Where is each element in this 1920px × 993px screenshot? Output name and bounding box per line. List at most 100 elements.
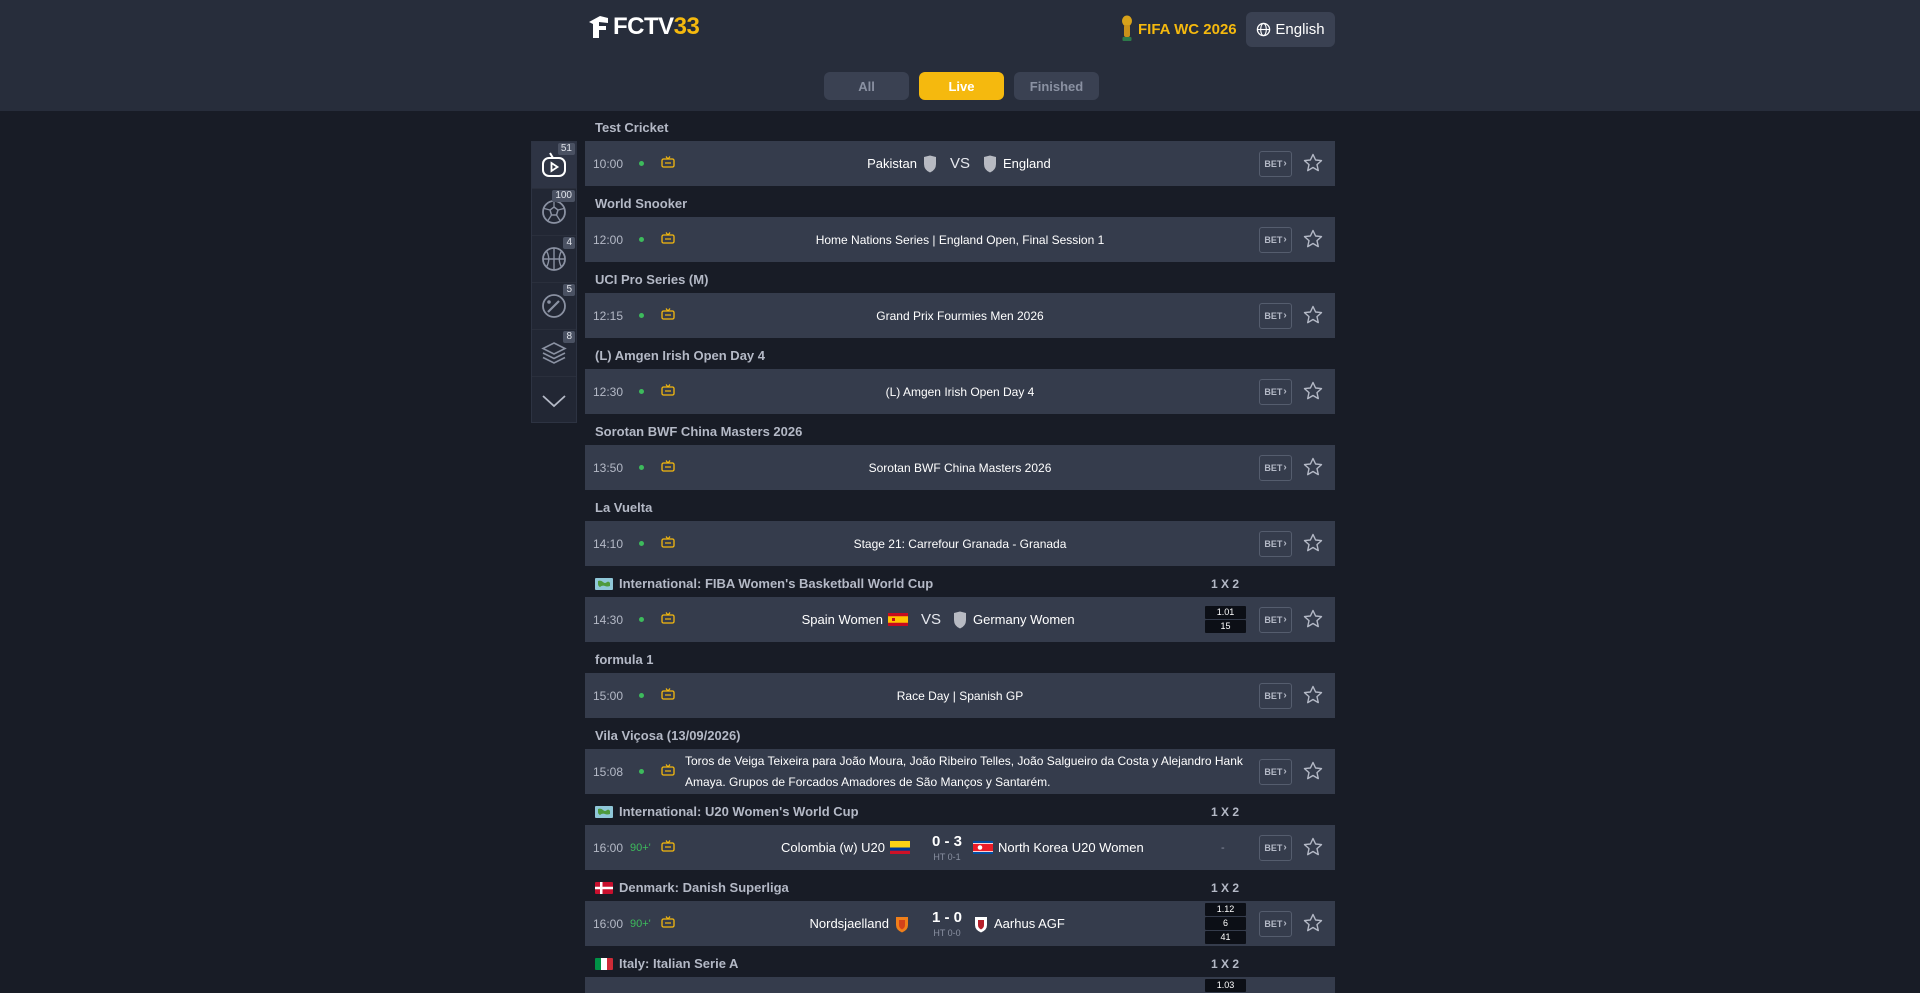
favorite-star-icon[interactable] [1303,381,1323,401]
world-cup-label: FIFA WC 2026 [1138,20,1237,38]
bet-button[interactable]: BET [1259,150,1292,177]
odds-box[interactable]: 1.03 [1205,979,1246,992]
favorite-star-icon[interactable] [1303,913,1323,933]
match-row[interactable]: 10:00 Pakistan VS England BET [585,141,1335,186]
league-header: La Vuelta [585,494,1335,521]
live-dot-icon [639,389,644,394]
match-list: Test Cricket 10:00 Pakistan VS England B… [585,114,1335,993]
tab-all[interactable]: All [824,72,909,100]
match-time: 12:15 [593,308,624,323]
odds-home[interactable]: 1.12 [1205,903,1246,916]
bet-button[interactable]: BET [1259,378,1292,405]
spain-flag-icon [888,613,908,626]
event-title: Grand Prix Fourmies Men 2026 [876,308,1044,323]
favorite-star-icon[interactable] [1303,837,1323,857]
match-row[interactable]: 1.03 [585,977,1335,993]
odds-box[interactable]: 1.01 15 [1205,606,1246,633]
match-row[interactable]: 16:00 90+ Colombia (w) U20 0 - 3 HT 0-1 … [585,825,1335,870]
tv-stream-icon[interactable] [661,688,675,700]
favorite-star-icon[interactable] [1303,609,1323,629]
chevron-down-icon [542,394,566,407]
home-team: Nordsjaelland [810,915,916,933]
away-team-name: North Korea U20 Women [998,840,1144,855]
trophy-icon [1122,15,1132,41]
tv-stream-icon[interactable] [661,916,675,928]
event-title: Race Day | Spanish GP [896,688,1024,703]
bet-button[interactable]: BET [1259,834,1292,861]
bet-button[interactable]: BET [1259,530,1292,557]
site-logo[interactable]: FCTV 33 [586,12,700,42]
match-time: 10:00 [593,156,624,171]
sidebar-item-basketball[interactable]: 4 [532,236,576,283]
bet-button[interactable]: BET [1259,682,1292,709]
odds-home[interactable]: 1.01 [1205,606,1246,619]
match-row[interactable]: 12:15 Grand Prix Fourmies Men 2026 BET [585,293,1335,338]
favorite-star-icon[interactable] [1303,761,1323,781]
sidebar-count: 51 [557,143,575,155]
favorite-star-icon[interactable] [1303,153,1323,173]
sidebar-item-baseball[interactable]: 5 [532,283,576,330]
sport-sidebar: 51 100 4 5 8 [531,141,577,423]
odds-home[interactable]: 1.03 [1205,979,1246,992]
away-team: Aarhus AGF [968,915,1065,933]
favorite-star-icon[interactable] [1303,533,1323,553]
match-time: 14:30 [593,612,624,627]
favorite-star-icon[interactable] [1303,685,1323,705]
match-minute: 90+ [630,918,651,930]
top-header: FCTV 33 FIFA WC 2026 English All Live Fin… [0,0,1920,111]
odds-away[interactable]: 41 [1205,931,1246,944]
language-label: English [1275,21,1325,38]
world-cup-link[interactable]: FIFA WC 2026 [1121,14,1237,44]
logo-icon [589,16,608,38]
league-name: Italy: Italian Serie A [619,956,739,971]
match-row[interactable]: 15:00 Race Day | Spanish GP BET [585,673,1335,718]
sidebar-expand[interactable] [532,377,576,424]
match-row[interactable]: 13:50 Sorotan BWF China Masters 2026 BET [585,445,1335,490]
bet-button[interactable]: BET [1259,758,1292,785]
tv-stream-icon[interactable] [661,460,675,472]
tv-stream-icon[interactable] [661,232,675,244]
away-team-name: England [1003,156,1051,171]
baseball-icon [542,294,566,318]
match-row[interactable]: 15:08 Toros de Veiga Teixeira para João … [585,749,1335,794]
bet-button[interactable]: BET [1259,302,1292,329]
away-team-name: Aarhus AGF [994,916,1065,931]
tv-stream-icon[interactable] [661,308,675,320]
league-header: formula 1 [585,646,1335,673]
favorite-star-icon[interactable] [1303,229,1323,249]
match-row[interactable]: 14:10 Stage 21: Carrefour Granada - Gran… [585,521,1335,566]
favorite-star-icon[interactable] [1303,305,1323,325]
favorite-star-icon[interactable] [1303,457,1323,477]
match-row[interactable]: 12:30 (L) Amgen Irish Open Day 4 BET [585,369,1335,414]
bet-button[interactable]: BET [1259,606,1292,633]
tab-live[interactable]: Live [919,72,1004,100]
league-name: Denmark: Danish Superliga [619,880,789,895]
odds-box[interactable]: 1.12 6 41 [1205,903,1246,944]
away-team-name: Germany Women [973,612,1075,627]
bet-button[interactable]: BET [1259,454,1292,481]
tv-stream-icon[interactable] [661,536,675,548]
live-dot-icon [639,237,644,242]
soccer-ball-icon [542,200,566,224]
bet-button[interactable]: BET [1259,226,1292,253]
tv-stream-icon[interactable] [661,612,675,624]
match-row[interactable]: 12:00 Home Nations Series | England Open… [585,217,1335,262]
match-time: 12:00 [593,232,624,247]
odds-away[interactable]: 15 [1205,620,1246,633]
match-row[interactable]: 16:00 90+ Nordsjaelland 1 - 0 HT 0-0 Aar… [585,901,1335,946]
match-row[interactable]: 14:30 Spain Women VS Germany Women 1.01 … [585,597,1335,642]
status-tabs: All Live Finished [824,72,1099,100]
sidebar-item-live[interactable]: 51 [532,142,576,189]
language-selector[interactable]: English [1246,12,1335,47]
tv-stream-icon[interactable] [661,384,675,396]
home-team-name: Spain Women [801,612,883,627]
bet-button[interactable]: BET [1259,910,1292,937]
tv-stream-icon[interactable] [661,764,675,776]
world-flag-icon [595,805,613,818]
sidebar-item-others[interactable]: 8 [532,330,576,377]
odds-draw[interactable]: 6 [1205,917,1246,930]
tv-stream-icon[interactable] [661,840,675,852]
tv-stream-icon[interactable] [661,156,675,168]
tab-finished[interactable]: Finished [1014,72,1099,100]
sidebar-item-soccer[interactable]: 100 [532,189,576,236]
